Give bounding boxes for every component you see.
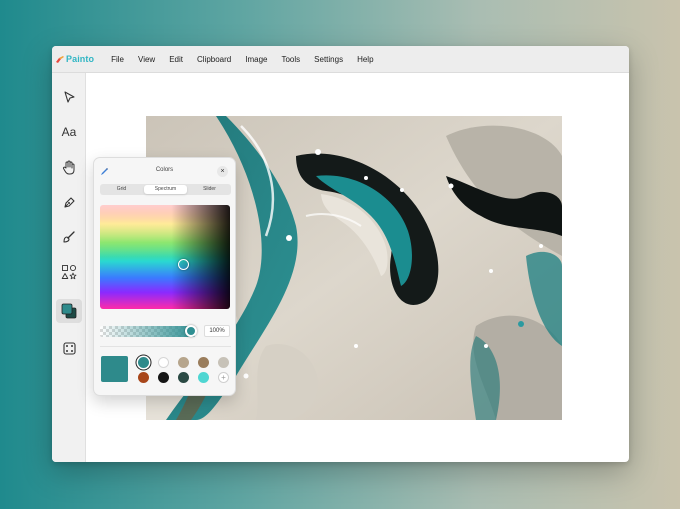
dice-icon [62, 341, 76, 355]
hand-icon [62, 160, 75, 174]
logo-brush-icon [56, 55, 64, 63]
menu-settings[interactable]: Settings [314, 55, 343, 64]
tab-slider[interactable]: Slider [188, 184, 231, 195]
swatch[interactable] [158, 372, 169, 383]
spectrum-cursor[interactable] [178, 259, 189, 270]
select-tool[interactable] [56, 85, 82, 109]
color-spectrum[interactable] [100, 205, 230, 309]
colors-panel: Colors × Grid Spectrum Slider 100% + [93, 157, 236, 396]
text-tool[interactable]: Aa [56, 120, 82, 144]
swatch[interactable] [158, 357, 169, 368]
menu-tools[interactable]: Tools [281, 55, 300, 64]
tab-spectrum[interactable]: Spectrum [144, 185, 187, 194]
close-button[interactable]: × [217, 166, 228, 177]
color-mode-tabs: Grid Spectrum Slider [100, 184, 231, 195]
swatch[interactable] [138, 357, 149, 368]
menu-file[interactable]: File [111, 55, 124, 64]
swatch[interactable] [178, 357, 189, 368]
swatch[interactable] [198, 372, 209, 383]
brush-icon [63, 231, 75, 243]
app-logo: Painto [56, 54, 94, 64]
shapes-icon [61, 264, 77, 280]
swatch[interactable] [198, 357, 209, 368]
colors-panel-header: Colors × [94, 158, 235, 184]
pointer-icon [63, 90, 75, 103]
pen-icon [63, 196, 75, 208]
shapes-tool[interactable] [56, 260, 82, 284]
text-icon: Aa [61, 125, 77, 139]
menu-clipboard[interactable]: Clipboard [197, 55, 231, 64]
swatch[interactable] [178, 372, 189, 383]
hand-tool[interactable] [56, 155, 82, 179]
menu-image[interactable]: Image [245, 55, 267, 64]
current-color-swatch[interactable] [101, 356, 128, 382]
menu-edit[interactable]: Edit [169, 55, 183, 64]
dice-tool[interactable] [56, 336, 82, 360]
color-tool[interactable] [56, 299, 82, 323]
menu-view[interactable]: View [138, 55, 155, 64]
menu-help[interactable]: Help [357, 55, 373, 64]
pen-tool[interactable] [56, 190, 82, 214]
app-name: Painto [66, 54, 95, 64]
brush-tool[interactable] [56, 225, 82, 249]
tab-grid[interactable]: Grid [100, 184, 143, 195]
colors-panel-title: Colors [155, 167, 174, 173]
opacity-slider[interactable] [100, 326, 195, 337]
opacity-slider-thumb[interactable] [185, 325, 197, 337]
swatch[interactable] [218, 357, 229, 368]
divider [100, 346, 231, 347]
swatch[interactable] [138, 372, 149, 383]
color-swatch-icon [61, 303, 77, 319]
opacity-value[interactable]: 100% [204, 325, 230, 337]
add-swatch-button[interactable]: + [218, 372, 229, 383]
menu-bar: Painto File View Edit Clipboard Image To… [52, 46, 629, 73]
tool-sidebar: Aa [52, 73, 86, 462]
